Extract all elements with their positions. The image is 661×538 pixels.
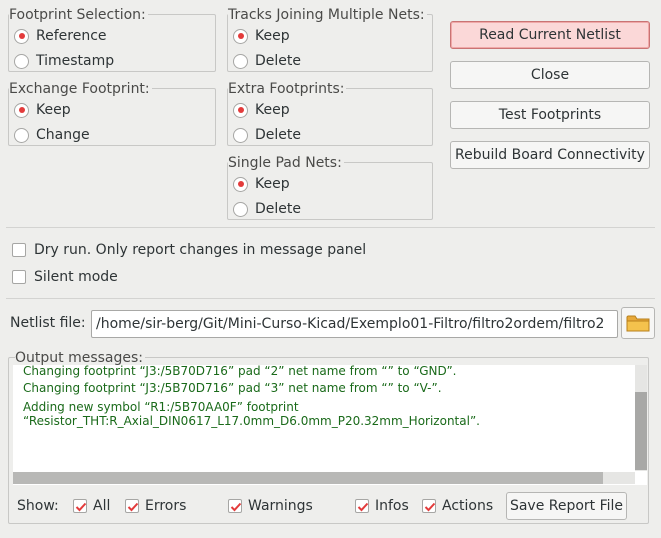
extra-footprints-group: Extra Footprints: Keep Delete — [227, 79, 433, 146]
radio-keep[interactable]: Keep — [14, 99, 71, 121]
radio-change[interactable]: Change — [14, 124, 90, 146]
checkbox[interactable] — [355, 499, 369, 513]
radio-button[interactable] — [14, 102, 29, 118]
radio-keep[interactable]: Keep — [233, 173, 290, 195]
separator — [6, 298, 655, 299]
message-line: “Resistor_THT:R_Axial_DIN0617_L17.0mm_D6… — [23, 414, 480, 428]
checkbox[interactable] — [73, 499, 87, 513]
output-messages-panel[interactable]: Changing footprint “J3:/5B70D716” pad “2… — [13, 365, 647, 485]
group-title: Extra Footprints: — [228, 79, 347, 99]
checkbox-label: Warnings — [248, 498, 313, 514]
group-title: Single Pad Nets: — [228, 153, 344, 173]
radio-button[interactable] — [14, 53, 29, 69]
scrollbar-thumb[interactable] — [635, 392, 647, 470]
radio-button[interactable] — [233, 102, 248, 118]
filter-warnings-checkbox[interactable]: Warnings — [228, 496, 313, 516]
horizontal-scrollbar[interactable] — [13, 472, 635, 484]
radio-button[interactable] — [233, 201, 248, 217]
dry-run-checkbox[interactable]: Dry run. Only report changes in message … — [12, 240, 366, 260]
radio-label: Keep — [36, 102, 71, 118]
folder-icon — [626, 313, 650, 333]
radio-button[interactable] — [233, 127, 248, 143]
radio-button[interactable] — [233, 28, 248, 44]
checkbox-label: All — [93, 498, 111, 514]
vertical-scrollbar[interactable] — [635, 365, 647, 471]
read-current-netlist-button[interactable]: Read Current Netlist — [450, 21, 650, 49]
show-label: Show: — [17, 498, 59, 514]
silent-mode-checkbox[interactable]: Silent mode — [12, 267, 118, 287]
browse-netlist-button[interactable] — [621, 307, 655, 339]
test-footprints-button[interactable]: Test Footprints — [450, 101, 650, 129]
radio-reference[interactable]: Reference — [14, 25, 107, 47]
radio-delete[interactable]: Delete — [233, 198, 301, 220]
radio-button[interactable] — [233, 176, 248, 192]
filter-infos-checkbox[interactable]: Infos — [355, 496, 409, 516]
radio-label: Delete — [255, 127, 301, 143]
footprint-selection-group: Footprint Selection: Reference Timestamp — [8, 5, 216, 72]
radio-button[interactable] — [233, 53, 248, 69]
save-report-file-button[interactable]: Save Report File — [506, 492, 627, 520]
checkbox-label: Silent mode — [34, 269, 118, 285]
checkbox-label: Errors — [145, 498, 187, 514]
radio-label: Change — [36, 127, 90, 143]
radio-label: Reference — [36, 28, 107, 44]
radio-button[interactable] — [14, 28, 29, 44]
checkbox[interactable] — [228, 499, 242, 513]
radio-label: Timestamp — [36, 53, 115, 69]
radio-label: Delete — [255, 201, 301, 217]
checkbox[interactable] — [422, 499, 436, 513]
checkbox[interactable] — [125, 499, 139, 513]
radio-label: Keep — [255, 102, 290, 118]
radio-delete[interactable]: Delete — [233, 50, 301, 72]
separator — [6, 227, 655, 228]
checkbox-label: Dry run. Only report changes in message … — [34, 242, 367, 258]
group-title: Exchange Footprint: — [9, 79, 152, 99]
radio-label: Keep — [255, 28, 290, 44]
filter-all-checkbox[interactable]: All — [73, 496, 110, 516]
filter-actions-checkbox[interactable]: Actions — [422, 496, 493, 516]
message-line: Changing footprint “J3:/5B70D716” pad “3… — [23, 381, 442, 395]
radio-keep[interactable]: Keep — [233, 25, 290, 47]
checkbox[interactable] — [12, 270, 26, 284]
exchange-footprint-group: Exchange Footprint: Keep Change — [8, 79, 216, 146]
message-line: Changing footprint “J3:/5B70D716” pad “2… — [23, 365, 457, 378]
rebuild-board-connectivity-button[interactable]: Rebuild Board Connectivity — [450, 141, 650, 169]
single-pad-nets-group: Single Pad Nets: Keep Delete — [227, 153, 433, 220]
checkbox[interactable] — [12, 243, 26, 257]
filter-errors-checkbox[interactable]: Errors — [125, 496, 186, 516]
tracks-joining-group: Tracks Joining Multiple Nets: Keep Delet… — [227, 5, 433, 72]
checkbox-label: Infos — [375, 498, 409, 514]
radio-delete[interactable]: Delete — [233, 124, 301, 146]
radio-timestamp[interactable]: Timestamp — [14, 50, 114, 72]
message-line: Adding new symbol “R1:/5B70AA0F” footpri… — [23, 400, 299, 414]
close-button[interactable]: Close — [450, 61, 650, 89]
netlist-file-label: Netlist file: — [10, 315, 86, 331]
netlist-file-input[interactable]: /home/sir-berg/Git/Mini-Curso-Kicad/Exem… — [91, 310, 618, 338]
radio-label: Delete — [255, 53, 301, 69]
group-title: Footprint Selection: — [9, 5, 148, 25]
scrollbar-thumb[interactable] — [13, 472, 603, 484]
radio-label: Keep — [255, 176, 290, 192]
group-title: Tracks Joining Multiple Nets: — [228, 5, 427, 25]
radio-keep[interactable]: Keep — [233, 99, 290, 121]
checkbox-label: Actions — [442, 498, 494, 514]
radio-button[interactable] — [14, 127, 29, 143]
